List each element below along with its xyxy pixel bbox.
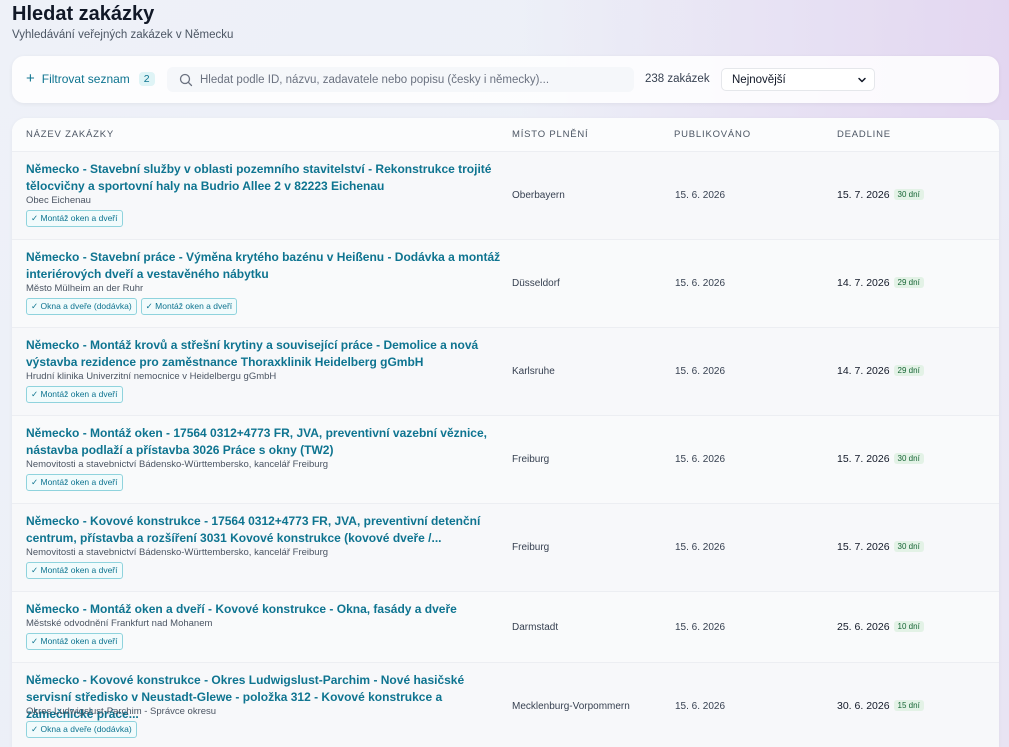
deadline-cell: 14. 7. 2026 29 dní (837, 277, 924, 289)
table-row[interactable]: Německo - Montáž oken - 17564 0312+4773 … (12, 416, 999, 504)
sort-select-value: Nejnovější (732, 73, 786, 86)
deadline-cell: 15. 7. 2026 30 dní (837, 453, 924, 465)
deadline-cell: 30. 6. 2026 15 dní (837, 700, 924, 712)
published-cell: 15. 6. 2026 (675, 454, 726, 465)
deadline-cell: 25. 6. 2026 10 dní (837, 621, 924, 633)
deadline-cell: 14. 7. 2026 29 dní (837, 365, 924, 377)
tender-title-link[interactable]: Německo - Montáž oken - 17564 0312+4773 … (26, 425, 504, 459)
published-cell: 15. 6. 2026 (675, 190, 726, 201)
place-cell: Darmstadt (512, 622, 559, 633)
column-header-deadline[interactable]: Deadline (837, 129, 891, 140)
contracting-authority: Obec Eichenau (26, 195, 91, 206)
deadline-date: 25. 6. 2026 (837, 621, 890, 633)
published-cell: 15. 6. 2026 (675, 278, 726, 289)
place-cell: Düsseldorf (512, 278, 560, 289)
published-cell: 15. 6. 2026 (675, 366, 726, 377)
plus-icon: + (26, 70, 35, 87)
category-tag: ✓ Montáž oken a dveří (26, 633, 123, 650)
tag-list: ✓ Okna a dveře (dodávka) ✓ Montáž oken a … (26, 298, 238, 315)
deadline-cell: 15. 7. 2026 30 dní (837, 189, 924, 201)
tag-list: ✓ Montáž oken a dveří (26, 562, 123, 579)
days-remaining-badge: 30 dní (893, 189, 924, 200)
page-title: Hledat zakázky (12, 3, 155, 25)
tag-list: ✓ Montáž oken a dveří (26, 210, 123, 227)
tender-title-link[interactable]: Německo - Stavební práce - Výměna krytéh… (26, 249, 504, 283)
place-cell: Freiburg (512, 454, 550, 465)
days-remaining-badge: 10 dní (893, 621, 924, 632)
tender-title-link[interactable]: Německo - Stavební služby v oblasti poze… (26, 161, 504, 195)
days-remaining-badge: 29 dní (893, 277, 924, 288)
chevron-down-icon (858, 77, 866, 83)
filter-list-button[interactable]: + Filtrovat seznam 2 (26, 70, 155, 88)
published-cell: 15. 6. 2026 (675, 622, 726, 633)
search-icon (179, 73, 193, 86)
deadline-date: 30. 6. 2026 (837, 700, 890, 712)
days-remaining-badge: 29 dní (893, 365, 924, 376)
table-row[interactable]: Německo - Stavební služby v oblasti poze… (12, 152, 999, 240)
published-cell: 15. 6. 2026 (675, 542, 726, 553)
place-cell: Karlsruhe (512, 366, 555, 377)
table-row[interactable]: Německo - Montáž oken a dveří - Kovové k… (12, 592, 999, 663)
category-tag: ✓ Montáž oken a dveří (26, 386, 123, 403)
page-subtitle: Vyhledávání veřejných zakázek v Německu (12, 29, 234, 41)
column-header-place[interactable]: Místo plnění (512, 129, 588, 140)
tag-list: ✓ Montáž oken a dveří (26, 386, 123, 403)
tag-list: ✓ Okna a dveře (dodávka) (26, 721, 137, 738)
contracting-authority: Nemovitosti a stavebnictví Bádensko-Würt… (26, 547, 329, 558)
page-header: Hledat zakázky Vyhledávání veřejných zak… (12, 2, 233, 41)
filter-count-badge: 2 (138, 72, 155, 86)
category-tag: ✓ Montáž oken a dveří (26, 474, 123, 491)
deadline-date: 14. 7. 2026 (837, 365, 890, 377)
days-remaining-badge: 30 dní (893, 453, 924, 464)
tender-title-link[interactable]: Německo - Montáž krovů a střešní krytiny… (26, 337, 504, 371)
category-tag: ✓ Okna a dveře (dodávka) (26, 721, 137, 738)
category-tag: ✓ Montáž oken a dveří (26, 562, 123, 579)
place-cell: Oberbayern (512, 190, 565, 201)
tag-list: ✓ Montáž oken a dveří (26, 633, 123, 650)
table-body: Německo - Stavební služby v oblasti poze… (12, 152, 999, 747)
days-remaining-badge: 15 dní (893, 700, 924, 711)
contracting-authority: Hrudní klinika Univerzitní nemocnice v H… (26, 371, 277, 382)
published-cell: 15. 6. 2026 (675, 701, 726, 712)
search-input[interactable] (198, 72, 632, 87)
contracting-authority: Okres Ludwigslust-Parchim - Správce okre… (26, 706, 217, 717)
contracting-authority: Nemovitosti a stavebnictví Bádensko-Würt… (26, 459, 329, 470)
deadline-date: 15. 7. 2026 (837, 453, 890, 465)
table-row[interactable]: Německo - Kovové konstrukce - 17564 0312… (12, 504, 999, 592)
sort-select[interactable]: Nejnovější (721, 68, 875, 91)
category-tag: ✓ Okna a dveře (dodávka) (26, 298, 137, 315)
search-box[interactable] (167, 67, 634, 92)
tenders-table: Název zakázky Místo plnění Publikováno D… (12, 118, 999, 747)
deadline-date: 14. 7. 2026 (837, 277, 890, 289)
contracting-authority: Městské odvodnění Frankfurt nad Mohanem (26, 618, 213, 629)
table-row[interactable]: Německo - Kovové konstrukce - Okres Ludw… (12, 663, 999, 747)
deadline-date: 15. 7. 2026 (837, 541, 890, 553)
deadline-date: 15. 7. 2026 (837, 189, 890, 201)
toolbar: + Filtrovat seznam 2 238 zakázek Nejnově… (12, 56, 999, 103)
table-row[interactable]: Německo - Stavební práce - Výměna krytéh… (12, 240, 999, 328)
column-header-title[interactable]: Název zakázky (26, 129, 114, 140)
filter-list-label: Filtrovat seznam (41, 72, 130, 86)
tag-list: ✓ Montáž oken a dveří (26, 474, 123, 491)
days-remaining-badge: 30 dní (893, 541, 924, 552)
place-cell: Freiburg (512, 542, 550, 553)
tender-title-link[interactable]: Německo - Montáž oken a dveří - Kovové k… (26, 601, 504, 618)
table-row[interactable]: Německo - Montáž krovů a střešní krytiny… (12, 328, 999, 416)
table-header: Název zakázky Místo plnění Publikováno D… (12, 118, 999, 152)
category-tag: ✓ Montáž oken a dveří (26, 210, 123, 227)
tender-title-link[interactable]: Německo - Kovové konstrukce - 17564 0312… (26, 513, 504, 547)
column-header-published[interactable]: Publikováno (674, 129, 751, 140)
place-cell: Mecklenburg-Vorpommern (512, 701, 630, 712)
contracting-authority: Město Mülheim an der Ruhr (26, 283, 144, 294)
deadline-cell: 15. 7. 2026 30 dní (837, 541, 924, 553)
category-tag: ✓ Montáž oken a dveří (140, 298, 238, 315)
result-count: 238 zakázek (645, 73, 710, 85)
